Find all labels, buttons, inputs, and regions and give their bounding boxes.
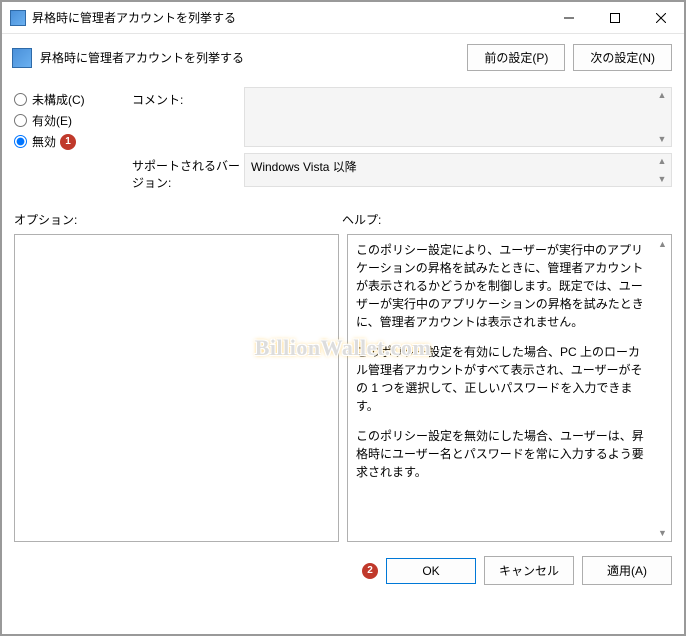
state-radio-group: 未構成(C) 有効(E) 無効 1	[14, 87, 124, 197]
page-title: 昇格時に管理者アカウントを列挙する	[40, 49, 459, 66]
scroll-up-icon[interactable]: ▲	[654, 235, 671, 252]
radio-disabled-label: 無効	[32, 133, 56, 150]
supported-label: サポートされるバージョン:	[132, 153, 244, 191]
scroll-up-icon[interactable]: ▲	[655, 154, 669, 168]
comment-field[interactable]: ▲ ▼	[244, 87, 672, 147]
supported-field: Windows Vista 以降 ▲ ▼	[244, 153, 672, 187]
radio-not-configured[interactable]	[14, 93, 27, 106]
comment-label: コメント:	[132, 87, 244, 108]
close-button[interactable]	[638, 2, 684, 34]
apply-button[interactable]: 適用(A)	[582, 556, 672, 585]
options-heading: オプション:	[14, 211, 342, 228]
header: 昇格時に管理者アカウントを列挙する 前の設定(P) 次の設定(N)	[2, 34, 684, 81]
radio-enabled-label: 有効(E)	[32, 112, 72, 129]
app-icon	[10, 10, 26, 26]
help-paragraph: このポリシー設定を有効にした場合、PC 上のローカル管理者アカウントがすべて表示…	[356, 343, 651, 415]
prev-setting-button[interactable]: 前の設定(P)	[467, 44, 565, 71]
cancel-button[interactable]: キャンセル	[484, 556, 574, 585]
radio-not-configured-label: 未構成(C)	[32, 91, 85, 108]
ok-button[interactable]: OK	[386, 558, 476, 584]
scroll-down-icon[interactable]: ▼	[655, 172, 669, 186]
scroll-down-icon[interactable]: ▼	[654, 524, 671, 541]
help-paragraph: このポリシー設定により、ユーザーが実行中のアプリケーションの昇格を試みたときに、…	[356, 241, 651, 331]
radio-disabled[interactable]	[14, 135, 27, 148]
next-setting-button[interactable]: 次の設定(N)	[573, 44, 672, 71]
radio-enabled[interactable]	[14, 114, 27, 127]
help-paragraph: このポリシー設定を無効にした場合、ユーザーは、昇格時にユーザー名とパスワードを常…	[356, 427, 651, 481]
window-title: 昇格時に管理者アカウントを列挙する	[32, 9, 546, 26]
titlebar: 昇格時に管理者アカウントを列挙する	[2, 2, 684, 34]
options-panel	[14, 234, 339, 542]
minimize-button[interactable]	[546, 2, 592, 34]
scroll-down-icon[interactable]: ▼	[655, 132, 669, 146]
scroll-up-icon[interactable]: ▲	[655, 88, 669, 102]
footer: 2 OK キャンセル 適用(A)	[2, 542, 684, 597]
policy-icon	[12, 48, 32, 68]
help-panel: このポリシー設定により、ユーザーが実行中のアプリケーションの昇格を試みたときに、…	[347, 234, 672, 542]
help-heading: ヘルプ:	[342, 211, 672, 228]
annotation-badge-1: 1	[60, 134, 76, 150]
maximize-button[interactable]	[592, 2, 638, 34]
annotation-badge-2: 2	[362, 563, 378, 579]
